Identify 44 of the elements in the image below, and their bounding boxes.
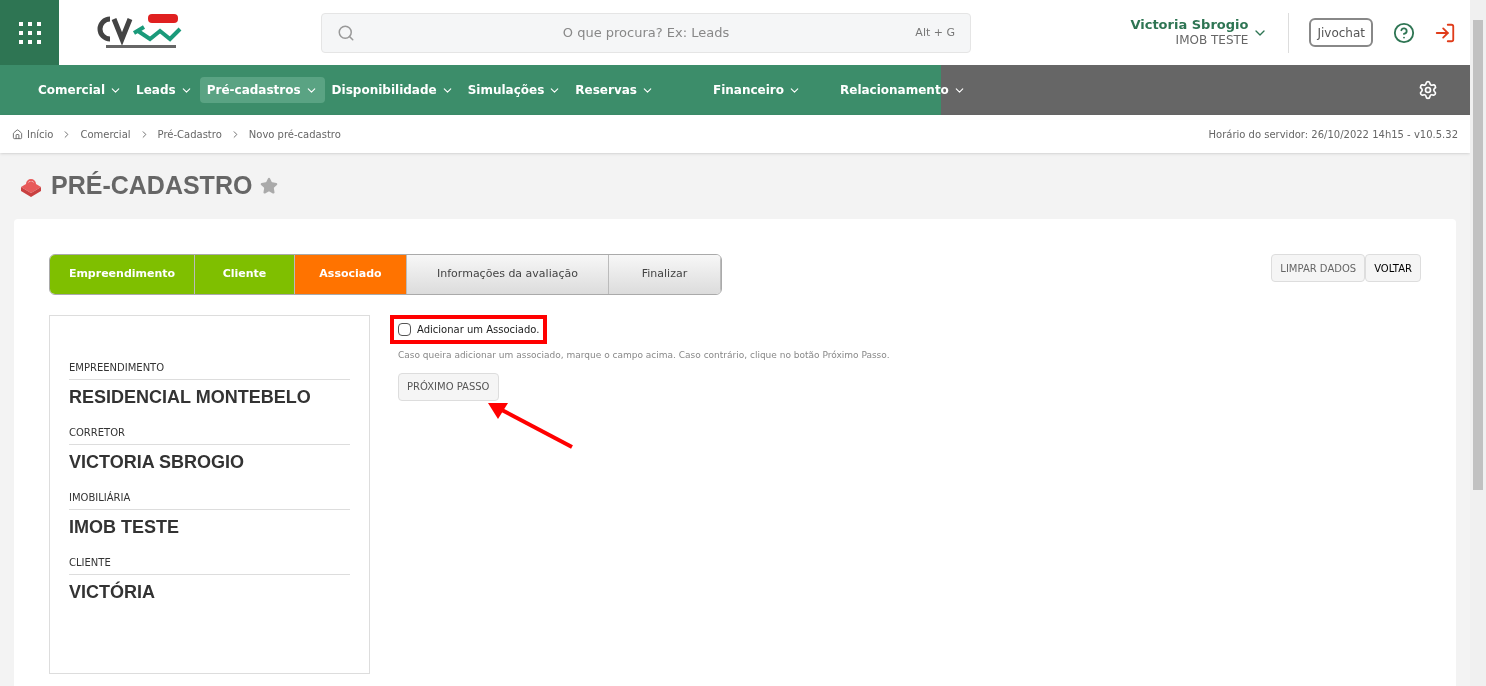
- server-time: Horário do servidor: 26/10/2022 14h15 - v10.5.32: [1208, 127, 1458, 142]
- summary-value: IMOB TESTE: [69, 516, 180, 539]
- search-icon: [337, 23, 355, 42]
- nav-menu-item[interactable]: Simulações: [460, 77, 569, 103]
- summary-value: RESIDENCIAL MONTEBELO: [69, 386, 312, 409]
- home-icon: [12, 128, 23, 140]
- breadcrumb-link[interactable]: Início: [27, 126, 54, 142]
- next-step-button[interactable]: PRÓXIMO PASSO: [398, 372, 499, 401]
- nav-menu-item[interactable]: Disponibilidade: [324, 77, 461, 103]
- nav-menu-item[interactable]: Financeiro: [705, 77, 808, 103]
- user-name: Victoria Sbrogio: [1130, 16, 1249, 34]
- logout-icon[interactable]: [1434, 21, 1456, 44]
- wizard-step: Finalizar: [609, 255, 721, 294]
- nav-menu-item[interactable]: Relacionamento: [833, 77, 973, 103]
- summary-label: CORRETOR: [69, 425, 350, 445]
- summary-value: VICTÓRIA: [69, 580, 156, 604]
- grid-icon: [17, 20, 42, 45]
- nav-menu-item[interactable]: Reservas: [568, 77, 661, 103]
- nav-menu-item[interactable]: Leads: [129, 77, 200, 103]
- action-button[interactable]: VOLTAR: [1365, 254, 1421, 282]
- breadcrumb-link[interactable]: Novo pré-cadastro: [248, 126, 341, 142]
- favorite-star-icon[interactable]: [260, 177, 279, 195]
- settings-icon[interactable]: [1418, 80, 1438, 100]
- breadcrumb-link[interactable]: Comercial: [80, 126, 131, 142]
- shortcut-hint: Alt + G: [915, 24, 955, 41]
- breadcrumb-link[interactable]: Pré-Cadastro: [157, 126, 222, 142]
- apps-menu-button[interactable]: [0, 0, 59, 65]
- hint-text: Caso queira adicionar um associado, marque o campo acima. Caso contrário, clique no botão Próximo Passo.: [398, 349, 890, 362]
- nav-menu-item[interactable]: Pré-cadastros: [199, 77, 325, 103]
- wizard-step: Informações da avaliação: [407, 255, 609, 294]
- summary-value: VICTORIA SBROGIO: [69, 451, 246, 474]
- wizard-step: Empreendimento: [50, 255, 195, 294]
- summary-label: EMPREENDIMENTO: [69, 360, 350, 380]
- nav-menu-item[interactable]: Comercial: [31, 77, 130, 103]
- action-button[interactable]: LIMPAR DADOS: [1271, 254, 1366, 282]
- wizard-step: Cliente: [195, 255, 295, 294]
- summary-label: IMOBILIÁRIA: [69, 490, 350, 510]
- company-name: IMOB TESTE: [1175, 33, 1249, 49]
- page-title: PRÉ-CADASTRO: [51, 170, 253, 202]
- chat-button[interactable]: Jivochat: [1309, 18, 1373, 47]
- associate-checkbox[interactable]: Adicionar um Associado.: [390, 315, 548, 344]
- summary-label: CLIENTE: [69, 555, 350, 575]
- wizard-step: Associado: [295, 255, 407, 294]
- help-icon[interactable]: [1393, 21, 1415, 44]
